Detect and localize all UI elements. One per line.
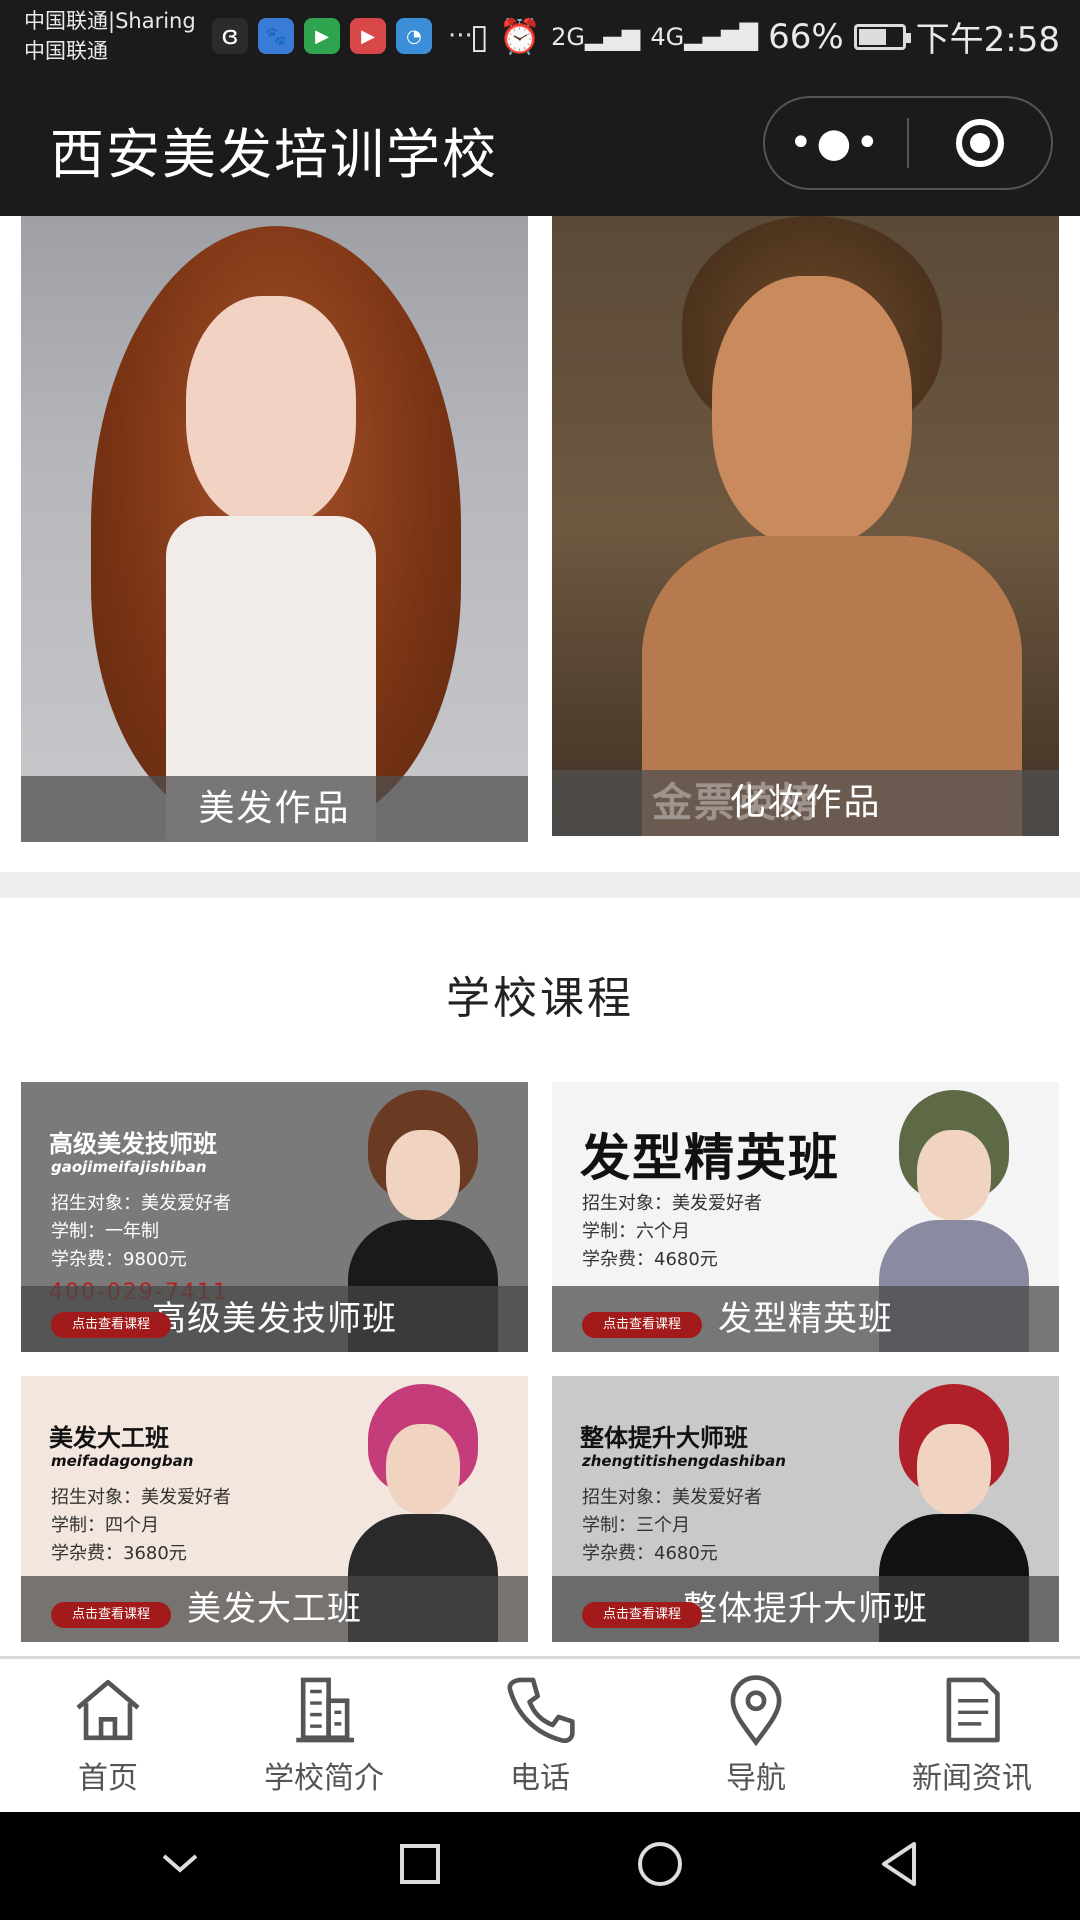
square-icon <box>400 1844 440 1884</box>
status-indicators: ▯ ⏰ 2G▂▄▆ 4G▂▄▆█ 66% 下午2:58 <box>470 12 1060 61</box>
hair-model-photo <box>21 216 528 842</box>
more-button[interactable]: •●• <box>765 98 907 188</box>
system-nav-bar <box>0 1812 1080 1920</box>
vibrate-icon: ▯ <box>470 16 489 57</box>
signal-4g: 4G▂▄▆█ <box>650 22 759 51</box>
view-course-button[interactable]: 点击查看课程 <box>582 1602 702 1628</box>
tab-label: 学校简介 <box>264 1761 384 1796</box>
view-course-button[interactable]: 点击查看课程 <box>582 1312 702 1338</box>
close-miniprogram-button[interactable] <box>909 98 1051 188</box>
building-icon <box>296 1677 355 1743</box>
carrier-info: 中国联通|Sharing 中国联通 <box>24 6 196 66</box>
work-caption-text: 化妆作品 <box>729 782 882 823</box>
signal-2g: 2G▂▄▆ <box>551 22 641 51</box>
work-caption: 金票英榜 化妆作品 <box>552 770 1059 836</box>
course-card[interactable]: 发型精英班 招生对象：美发爱好者 学制：六个月 学杂费：4680元 点击查看课程… <box>552 1082 1059 1352</box>
tab-navigation[interactable]: 导航 <box>648 1659 864 1812</box>
tab-school-intro[interactable]: 学校简介 <box>216 1659 432 1812</box>
course-duration: 学制：三个月 <box>582 1515 690 1536</box>
notification-icons: ɞ 🐾 ▶ ▶ ◔ ··· <box>212 18 473 54</box>
course-fee: 学杂费：4680元 <box>582 1543 718 1564</box>
course-banner-title: 美发大工班 <box>49 1424 169 1452</box>
course-info: 招生对象：美发爱好者 学制：三个月 学杂费：4680元 <box>582 1484 762 1568</box>
carrier-line1: 中国联通|Sharing <box>24 9 196 33</box>
weibo-icon: ɞ <box>212 18 248 54</box>
course-fee: 学杂费：9800元 <box>51 1249 187 1270</box>
tab-label: 电话 <box>510 1761 570 1796</box>
target-icon <box>956 119 1004 167</box>
hide-nav-button[interactable] <box>154 1838 206 1894</box>
course-pinyin: meifadagongban <box>51 1452 194 1470</box>
back-button[interactable] <box>874 1838 926 1894</box>
course-duration: 学制：六个月 <box>582 1221 690 1242</box>
page-title: 西安美发培训学校 <box>50 123 498 186</box>
circle-icon <box>638 1842 682 1886</box>
battery-icon <box>853 23 911 50</box>
bottom-tab-bar: 首页 学校简介 电话 导航 新闻资讯 <box>0 1656 1080 1812</box>
course-info: 招生对象：美发爱好者 学制：六个月 学杂费：4680元 <box>582 1190 762 1274</box>
course-target: 招生对象：美发爱好者 <box>51 1487 231 1508</box>
home-icon <box>76 1679 140 1741</box>
section-title: 学校课程 <box>446 973 634 1024</box>
course-banner-title: 高级美发技师班 <box>49 1130 217 1158</box>
work-card-makeup[interactable]: 金票英榜 化妆作品 <box>552 216 1059 836</box>
document-icon <box>946 1677 1000 1743</box>
course-banner-title: 发型精英班 <box>580 1129 840 1187</box>
news-app-icon: ◔ <box>396 18 432 54</box>
tab-phone[interactable]: 电话 <box>432 1659 648 1812</box>
tab-home[interactable]: 首页 <box>0 1659 216 1812</box>
view-course-button[interactable]: 点击查看课程 <box>51 1312 171 1338</box>
recents-button[interactable] <box>394 1838 446 1894</box>
tab-label: 新闻资讯 <box>912 1761 1032 1796</box>
play-icon: ▶ <box>304 18 340 54</box>
work-card-hair[interactable]: 美发作品 <box>21 216 528 842</box>
course-fee: 学杂费：4680元 <box>582 1249 718 1270</box>
tab-label: 首页 <box>78 1761 138 1796</box>
course-info: 招生对象：美发爱好者 学制：一年制 学杂费：9800元 <box>51 1190 231 1274</box>
phone-icon <box>507 1677 575 1743</box>
course-info: 招生对象：美发爱好者 学制：四个月 学杂费：3680元 <box>51 1484 231 1568</box>
course-target: 招生对象：美发爱好者 <box>51 1193 231 1214</box>
course-target: 招生对象：美发爱好者 <box>582 1487 762 1508</box>
course-duration: 学制：四个月 <box>51 1515 159 1536</box>
course-target: 招生对象：美发爱好者 <box>582 1193 762 1214</box>
home-nav-button[interactable] <box>634 1838 686 1894</box>
alarm-icon: ⏰ <box>498 16 542 57</box>
course-duration: 学制：一年制 <box>51 1221 159 1242</box>
battery-percent: 66% <box>768 16 844 57</box>
more-dots-icon: •●• <box>788 120 884 166</box>
title-bar: 西安美发培训学校 •●• <box>0 74 1080 216</box>
section-divider <box>0 872 1080 898</box>
tab-label: 导航 <box>726 1761 786 1796</box>
baidu-icon: 🐾 <box>258 18 294 54</box>
location-pin-icon <box>730 1675 782 1747</box>
course-banner-title: 整体提升大师班 <box>580 1424 748 1452</box>
course-pinyin: zhengtitishengdashiban <box>582 1452 786 1470</box>
view-course-button[interactable]: 点击查看课程 <box>51 1602 171 1628</box>
carrier-line2: 中国联通 <box>24 39 108 63</box>
makeup-model-photo <box>552 216 1059 836</box>
course-card[interactable]: 高级美发技师班 gaojimeifajishiban 招生对象：美发爱好者 学制… <box>21 1082 528 1352</box>
tab-news[interactable]: 新闻资讯 <box>864 1659 1080 1812</box>
miniprogram-capsule: •●• <box>763 96 1053 190</box>
work-caption: 美发作品 <box>21 776 528 842</box>
course-card[interactable]: 美发大工班 meifadagongban 招生对象：美发爱好者 学制：四个月 学… <box>21 1376 528 1642</box>
course-fee: 学杂费：3680元 <box>51 1543 187 1564</box>
chevron-down-icon <box>162 1854 198 1873</box>
course-card[interactable]: 整体提升大师班 zhengtitishengdashiban 招生对象：美发爱好… <box>552 1376 1059 1642</box>
video-app-icon: ▶ <box>350 18 386 54</box>
triangle-back-icon <box>882 1842 916 1886</box>
clock: 下午2:58 <box>915 20 1060 60</box>
status-bar: 中国联通|Sharing 中国联通 ɞ 🐾 ▶ ▶ ◔ ··· ▯ ⏰ 2G▂▄… <box>0 0 1080 74</box>
course-pinyin: gaojimeifajishiban <box>51 1158 207 1176</box>
